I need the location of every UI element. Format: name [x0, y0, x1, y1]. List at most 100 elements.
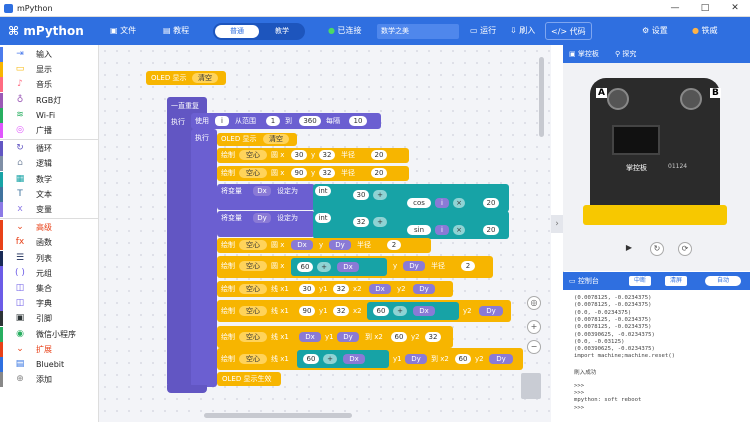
hollow-dropdown[interactable]: 空心 [239, 261, 267, 271]
hollow-dropdown[interactable]: 空心 [239, 306, 267, 316]
user-menu[interactable]: ● 铁威 [692, 17, 718, 45]
offset-value[interactable]: 30 [353, 190, 369, 200]
plus-op[interactable]: + [393, 306, 407, 316]
sidebar-item-3[interactable]: ♁ RGB灯 [0, 92, 99, 108]
plus-op[interactable]: + [373, 190, 387, 200]
sidebar-item-12[interactable]: fx 函数 [0, 235, 99, 251]
hollow-dropdown[interactable]: 空心 [239, 168, 267, 178]
sidebar-item-2[interactable]: ♪ 音乐 [0, 77, 99, 93]
touch-pad-icon[interactable] [680, 88, 702, 110]
settings-button[interactable]: ⚙ 设置 [642, 17, 668, 45]
var-i-ref[interactable]: i [435, 225, 449, 235]
draw-line-block-1[interactable]: 绘制 空心 线 x1 30 y1 32 x2 Dx y2 Dy [217, 281, 453, 297]
circle-r[interactable]: 2 [461, 261, 475, 271]
circle-r[interactable]: 2 [387, 240, 401, 250]
var-dx[interactable]: Dx [253, 186, 271, 196]
mode-normal-tab[interactable]: 普通 [215, 25, 259, 38]
hollow-dropdown[interactable]: 空心 [239, 150, 267, 160]
maximize-button[interactable]: □ [690, 0, 720, 17]
sum-left[interactable]: 60 [297, 262, 313, 272]
draw-line-block-4[interactable]: 绘制 空心 线 x1 60 + Dx y1 Dy 到 x2 60 y2 Dy [217, 348, 523, 370]
sum-expr[interactable]: 60 + Dx [367, 302, 459, 320]
tab-board[interactable]: ▣ 掌控板 [569, 45, 599, 63]
sidebar-item-8[interactable]: ▦ 数学 [0, 171, 99, 187]
line-y1[interactable]: Dy [405, 354, 427, 364]
flash-button[interactable]: ⇩ 刷入 [510, 17, 535, 45]
tutorial-menu[interactable]: ▤ 教程 [163, 17, 189, 45]
run-button[interactable]: ▭ 运行 [470, 17, 496, 45]
interrupt-button[interactable]: 中断 [629, 276, 651, 286]
sum-expr[interactable]: 60 + Dx [291, 258, 387, 276]
restart-icon[interactable]: ↻ [650, 242, 664, 256]
code-button[interactable]: </> 代码 [545, 22, 592, 40]
sum-right[interactable]: Dx [343, 354, 365, 364]
line-y2[interactable]: 32 [425, 332, 441, 342]
tab-explore[interactable]: ⚲ 探究 [615, 45, 636, 63]
set-dy-block[interactable]: 将变量 Dy 设定为 [217, 211, 315, 237]
times-op[interactable]: × [453, 198, 465, 208]
sidebar-item-11[interactable]: ⌄ 高级 [0, 220, 99, 236]
set-dx-block[interactable]: 将变量 Dx 设定为 [217, 184, 315, 210]
file-menu[interactable]: ▣ 文件 [110, 17, 136, 45]
sidebar-item-14[interactable]: ( ) 元组 [0, 265, 99, 281]
touch-pad-icon[interactable] [607, 88, 629, 110]
inner-clear-dropdown[interactable]: 清空 [263, 134, 289, 144]
sidebar-item-6[interactable]: ↻ 循环 [0, 141, 99, 157]
var-i-ref[interactable]: i [435, 198, 449, 208]
sidebar-item-9[interactable]: T 文本 [0, 186, 99, 202]
play-icon[interactable]: ▶ [622, 242, 636, 256]
sin-func[interactable]: sin [407, 225, 431, 235]
sidebar-item-16[interactable]: ◫ 字典 [0, 296, 99, 312]
close-button[interactable]: ✕ [720, 0, 750, 17]
draw-circle-block-2[interactable]: 绘制 空心 圆 x 90 y 32 半径 20 [217, 166, 409, 181]
draw-line-block-2[interactable]: 绘制 空心 线 x1 90 y1 32 x2 60 + Dx y2 Dy [217, 300, 511, 322]
line-x1[interactable]: 30 [299, 284, 315, 294]
plus-op[interactable]: + [323, 354, 337, 364]
range-step[interactable]: 10 [349, 116, 367, 126]
draw-circle-block-3[interactable]: 绘制 空心 圆 x Dx y Dy 半径 2 [217, 238, 431, 253]
scale-value[interactable]: 20 [483, 225, 499, 235]
block-workspace[interactable]: OLED 显示 清空 一直重复 执行 使用 i 从范围 1 到 360 每隔 1… [99, 45, 551, 422]
offset-value[interactable]: 32 [353, 217, 369, 227]
clear-dropdown[interactable]: 清空 [192, 73, 218, 83]
vertical-scrollbar[interactable] [539, 57, 544, 137]
circle-x-var[interactable]: Dx [291, 240, 313, 250]
sum-left[interactable]: 60 [303, 354, 319, 364]
line-x1[interactable]: Dx [299, 332, 321, 342]
sidebar-item-7[interactable]: ⌂ 逻辑 [0, 156, 99, 172]
circle-y[interactable]: 32 [319, 150, 335, 160]
plus-op[interactable]: + [317, 262, 331, 272]
hollow-dropdown[interactable]: 空心 [239, 284, 267, 294]
mode-teach-tab[interactable]: 教学 [261, 25, 303, 38]
oled-show-block[interactable]: OLED 显示生效 [217, 372, 281, 386]
hollow-dropdown[interactable]: 空心 [239, 354, 267, 364]
sidebar-item-17[interactable]: ▣ 引脚 [0, 311, 99, 327]
circle-r[interactable]: 20 [371, 168, 387, 178]
line-y2[interactable]: Dy [413, 284, 435, 294]
panel-collapse-icon[interactable]: › [551, 215, 563, 233]
recenter-icon[interactable]: ◎ [527, 296, 541, 310]
inner-oled-clear-block[interactable]: OLED 显示 清空 [217, 133, 297, 146]
sidebar-item-21[interactable]: ⊕ 添加 [0, 372, 99, 388]
sidebar-item-19[interactable]: ⌄ 扩展 [0, 341, 99, 357]
minimize-button[interactable]: — [660, 0, 690, 17]
line-y2[interactable]: Dy [479, 306, 503, 316]
int-sin-expr[interactable]: int 32 + sin i × 20 [313, 211, 509, 239]
draw-circle-block-1[interactable]: 绘制 空心 圆 x 30 y 32 半径 20 [217, 148, 409, 163]
button-b[interactable]: B [710, 88, 721, 98]
line-y1[interactable]: 32 [333, 284, 349, 294]
for-range-block[interactable]: 使用 i 从范围 1 到 360 每隔 10 [191, 113, 381, 129]
sidebar-item-4[interactable]: ≋ Wi-Fi [0, 107, 99, 123]
line-x2[interactable]: 60 [455, 354, 471, 364]
sidebar-item-18[interactable]: ◉ 微信小程序 [0, 326, 99, 342]
line-y1[interactable]: Dy [337, 332, 359, 342]
circle-y-var[interactable]: Dy [329, 240, 351, 250]
sum-right[interactable]: Dx [413, 306, 435, 316]
hollow-dropdown[interactable]: 空心 [239, 332, 267, 342]
button-a[interactable]: A [596, 88, 607, 98]
line-x2[interactable]: Dx [369, 284, 391, 294]
circle-x[interactable]: 90 [291, 168, 307, 178]
sidebar-item-5[interactable]: ◎ 广播 [0, 123, 99, 138]
hollow-dropdown[interactable]: 空心 [239, 240, 267, 250]
sidebar-item-15[interactable]: ◫ 集合 [0, 281, 99, 296]
